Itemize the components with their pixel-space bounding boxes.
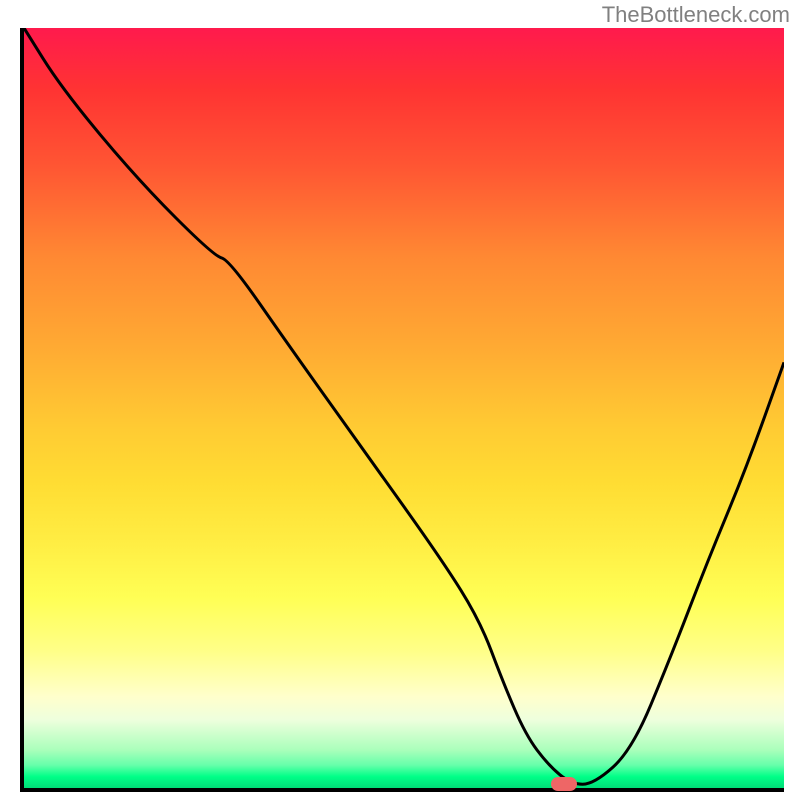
watermark-text: TheBottleneck.com [602, 2, 790, 28]
chart-container: TheBottleneck.com [0, 0, 800, 800]
gradient-background [24, 28, 784, 788]
plot-area [20, 28, 784, 792]
optimal-marker [551, 777, 577, 791]
